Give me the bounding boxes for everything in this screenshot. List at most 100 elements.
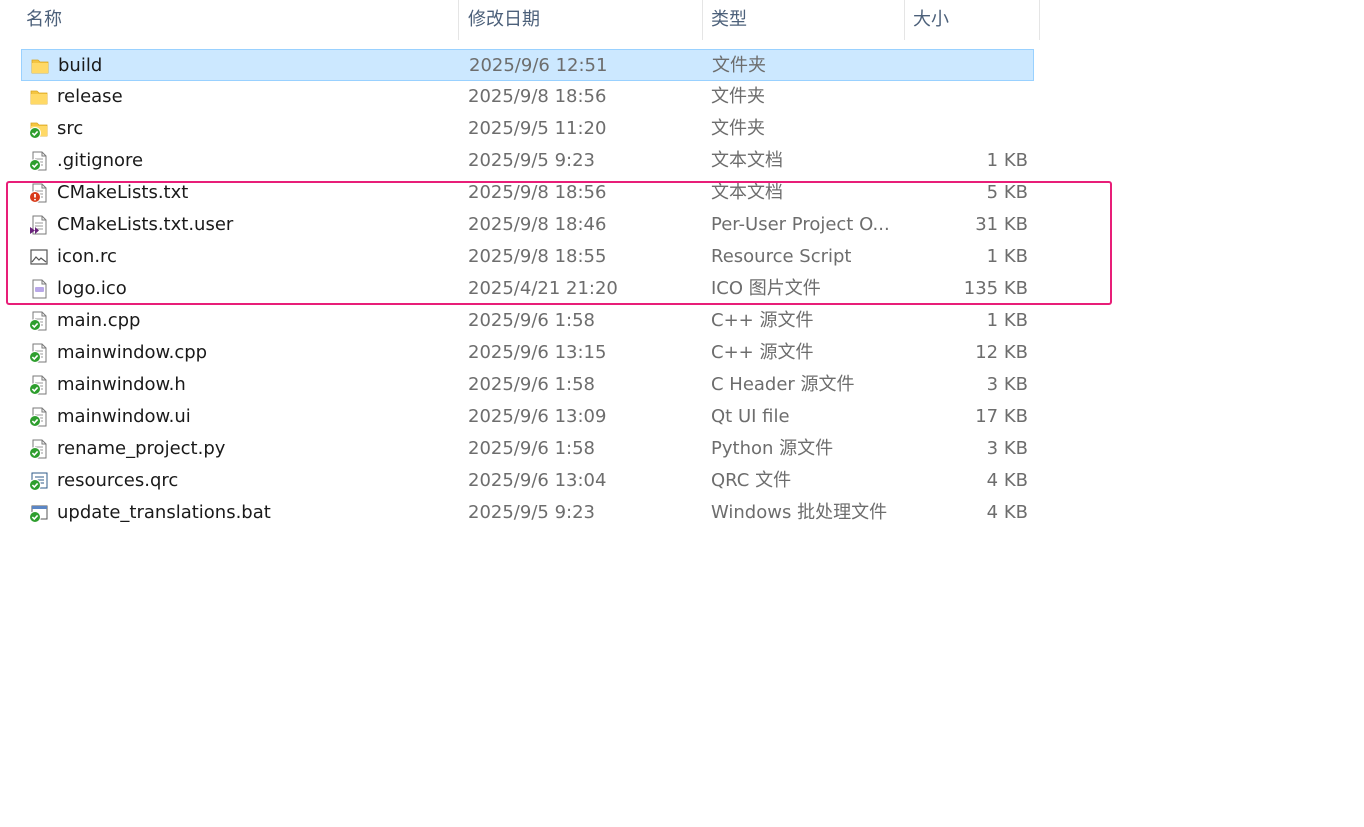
file-type: C Header 源文件 — [711, 374, 855, 395]
file-size: 3 KB — [986, 438, 1028, 459]
file-type: 文件夹 — [711, 118, 765, 139]
file-name: rename_project.py — [57, 438, 226, 459]
file-size — [908, 50, 1029, 82]
file-date-modified: 2025/9/6 13:04 — [468, 470, 607, 491]
file-type: 文件夹 — [711, 86, 765, 107]
source-file-synced-icon — [29, 311, 49, 331]
file-name: icon.rc — [57, 246, 117, 267]
file-name: mainwindow.ui — [57, 406, 191, 427]
file-type: 文本文档 — [711, 182, 783, 203]
file-row[interactable]: release 2025/9/8 18:56 文件夹 — [21, 81, 1034, 113]
qrc-file-synced-icon — [29, 471, 49, 491]
column-divider[interactable] — [1039, 0, 1040, 40]
file-size — [907, 81, 1028, 113]
file-type: Resource Script — [711, 246, 852, 267]
file-row[interactable]: resources.qrc 2025/9/6 13:04 QRC 文件 4 KB — [21, 465, 1034, 497]
file-name: .gitignore — [57, 150, 144, 171]
column-header-type[interactable]: 类型 — [705, 0, 905, 40]
file-size: 4 KB — [986, 502, 1028, 523]
folder-synced-icon — [29, 119, 49, 139]
source-file-synced-icon — [29, 439, 49, 459]
file-date-modified: 2025/9/5 9:23 — [468, 150, 595, 171]
file-row[interactable]: CMakeLists.txt.user 2025/9/8 18:46 Per-Use… — [21, 209, 1034, 241]
file-row[interactable]: .gitignore 2025/9/5 9:23 文本文档 1 KB — [21, 145, 1034, 177]
file-name: main.cpp — [57, 310, 141, 331]
file-type: Per-User Project O... — [711, 214, 890, 235]
file-size: 1 KB — [986, 310, 1028, 331]
column-header-size-label: 大小 — [913, 9, 949, 30]
text-file-synced-icon — [29, 151, 49, 171]
batch-file-synced-icon — [29, 503, 49, 523]
text-file-conflict-icon — [29, 183, 49, 203]
file-size: 31 KB — [975, 214, 1028, 235]
column-header-size[interactable]: 大小 — [907, 0, 1040, 40]
file-size — [907, 113, 1028, 145]
file-date-modified: 2025/9/6 12:51 — [469, 55, 608, 76]
file-row[interactable]: mainwindow.h 2025/9/6 1:58 C Header 源文件 3 K… — [21, 369, 1034, 401]
file-type: Qt UI file — [711, 406, 790, 427]
file-name: CMakeLists.txt — [57, 182, 189, 203]
file-row[interactable]: mainwindow.cpp 2025/9/6 13:15 C++ 源文件 12 KB — [21, 337, 1034, 369]
file-type: C++ 源文件 — [711, 342, 814, 363]
file-date-modified: 2025/9/6 13:15 — [468, 342, 607, 363]
file-size: 5 KB — [986, 182, 1028, 203]
file-row[interactable]: rename_project.py 2025/9/6 1:58 Python 源文件… — [21, 433, 1034, 465]
source-file-synced-icon — [29, 407, 49, 427]
file-row[interactable]: logo.ico 2025/4/21 21:20 ICO 图片文件 135 KB — [21, 273, 1034, 305]
file-row[interactable]: build 2025/9/6 12:51 文件夹 — [21, 49, 1034, 81]
file-size: 1 KB — [986, 150, 1028, 171]
file-date-modified: 2025/9/5 11:20 — [468, 118, 607, 139]
file-size: 3 KB — [986, 374, 1028, 395]
file-name: CMakeLists.txt.user — [57, 214, 234, 235]
file-name: mainwindow.cpp — [57, 342, 208, 363]
file-type: Windows 批处理文件 — [711, 502, 888, 523]
ico-file-icon — [29, 279, 49, 299]
file-row[interactable]: mainwindow.ui 2025/9/6 13:09 Qt UI file 17 … — [21, 401, 1034, 433]
file-date-modified: 2025/9/6 13:09 — [468, 406, 607, 427]
file-type: ICO 图片文件 — [711, 278, 821, 299]
file-row[interactable]: main.cpp 2025/9/6 1:58 C++ 源文件 1 KB — [21, 305, 1034, 337]
sort-ascending-icon: ^ — [231, 0, 243, 10]
file-row[interactable]: src 2025/9/5 11:20 文件夹 — [21, 113, 1034, 145]
file-row[interactable]: update_translations.bat 2025/9/5 9:23 Wind… — [21, 497, 1034, 529]
file-date-modified: 2025/9/8 18:55 — [468, 246, 607, 267]
folder-icon — [29, 87, 49, 107]
file-name: mainwindow.h — [57, 374, 186, 395]
file-size: 4 KB — [986, 470, 1028, 491]
file-size: 12 KB — [975, 342, 1028, 363]
file-name: logo.ico — [57, 278, 127, 299]
file-type: QRC 文件 — [711, 470, 792, 491]
file-date-modified: 2025/9/5 9:23 — [468, 502, 595, 523]
column-header-bar: 名称 ^ 修改日期 类型 大小 — [0, 0, 1040, 40]
file-date-modified: 2025/9/6 1:58 — [468, 310, 595, 331]
file-name: src — [57, 118, 84, 139]
file-date-modified: 2025/9/8 18:46 — [468, 214, 607, 235]
file-date-modified: 2025/9/8 18:56 — [468, 182, 607, 203]
column-header-type-label: 类型 — [711, 9, 747, 30]
file-size: 17 KB — [975, 406, 1028, 427]
file-name: resources.qrc — [57, 470, 179, 491]
file-row[interactable]: icon.rc 2025/9/8 18:55 Resource Script 1 KB — [21, 241, 1034, 273]
file-type: C++ 源文件 — [711, 310, 814, 331]
file-name: update_translations.bat — [57, 502, 271, 523]
file-date-modified: 2025/9/8 18:56 — [468, 86, 607, 107]
file-size: 1 KB — [986, 246, 1028, 267]
column-divider[interactable] — [904, 0, 905, 40]
file-row[interactable]: CMakeLists.txt 2025/9/8 18:56 文本文档 5 KB — [21, 177, 1034, 209]
file-size: 135 KB — [963, 278, 1028, 299]
column-divider[interactable] — [702, 0, 703, 40]
column-divider[interactable] — [458, 0, 459, 40]
file-date-modified: 2025/9/6 1:58 — [468, 438, 595, 459]
file-date-modified: 2025/4/21 21:20 — [468, 278, 618, 299]
visual-studio-file-icon — [29, 215, 49, 235]
column-header-date[interactable]: 修改日期 — [462, 0, 703, 40]
file-name: release — [57, 86, 123, 107]
file-type: 文件夹 — [712, 55, 766, 76]
file-type: Python 源文件 — [711, 438, 834, 459]
column-header-date-label: 修改日期 — [468, 9, 540, 30]
file-name: build — [58, 55, 103, 76]
file-date-modified: 2025/9/6 1:58 — [468, 374, 595, 395]
source-file-synced-icon — [29, 343, 49, 363]
column-header-name-label: 名称 — [26, 9, 62, 30]
source-file-synced-icon — [29, 375, 49, 395]
